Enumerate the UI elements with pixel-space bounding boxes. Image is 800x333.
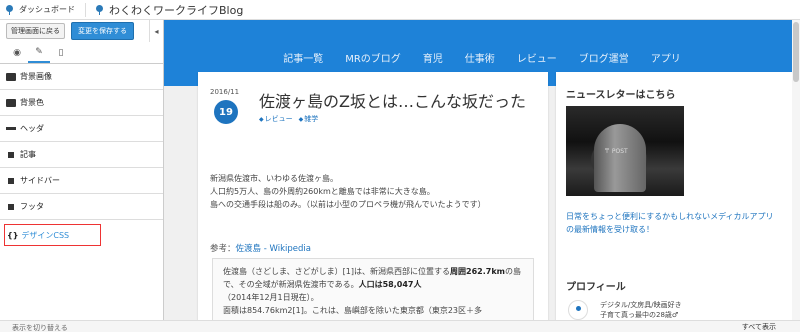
sidebar-tabs: ◉ ✎ ▯ <box>0 42 163 64</box>
sidebar-item-label: 記事 <box>20 150 36 159</box>
article-icon <box>8 151 14 158</box>
site-preview: 記事一覧 MRのブログ 育児 仕事術 レビュー ブログ運営 アプリ 2016/1… <box>164 20 800 320</box>
post-title[interactable]: 佐渡ヶ島のZ坂とは…こんな坂だった <box>259 88 526 112</box>
quote-text: 面積は854.76km2[1]。これは、島嶼部を除いた東京都（東京23区＋多 <box>223 306 483 315</box>
sidebar-item-background-color[interactable]: 背景色 <box>0 90 163 116</box>
wikipedia-link[interactable]: 佐渡島 - Wikipedia <box>236 244 311 254</box>
mobile-icon[interactable]: ▯ <box>50 43 72 63</box>
sidebar-item-footer[interactable]: フッタ <box>0 194 163 220</box>
dashboard-link[interactable]: ダッシュボード <box>0 0 81 20</box>
nav-item[interactable]: レビュー <box>506 50 568 65</box>
post-tags: レビュー 雑学 <box>259 114 319 124</box>
site-title-link[interactable]: わくわくワークライフBlog <box>90 0 249 20</box>
collapse-sidebar-button[interactable]: ◂ <box>149 20 163 42</box>
newsletter-link[interactable]: 日常をちょっと便利にするかもしれないメディカルアプリの最新情報を受け取る！ <box>566 210 776 236</box>
profile-text: デジタル/文房具/映画好き 子育て真っ最中の28歳♂ <box>600 300 682 320</box>
post-day-badge: 19 <box>214 100 238 124</box>
widget-sidebar: ニュースレターはこちら 日常をちょっと便利にするかもしれないメディカルアプリの最… <box>556 72 794 320</box>
nav-item[interactable]: アプリ <box>640 50 692 65</box>
sidebar-item-label: 背景画像 <box>20 72 52 81</box>
show-all-button[interactable]: すべて表示 <box>742 322 776 332</box>
sidebar-item-label: ヘッダ <box>20 124 44 133</box>
sidebar-item-article[interactable]: 記事 <box>0 142 163 168</box>
newsletter-heading: ニュースレターはこちら <box>566 90 676 101</box>
reference-line: 参考：佐渡島 - Wikipedia <box>210 242 311 254</box>
article-card: 2016/11 19 佐渡ヶ島のZ坂とは…こんな坂だった レビュー 雑学 新潟県… <box>198 72 548 320</box>
profile-heading: プロフィール <box>566 282 626 293</box>
preview-scrollbar[interactable] <box>792 20 800 320</box>
bottom-bar: 表示を切り替える すべて表示 <box>0 320 800 332</box>
reference-prefix: 参考： <box>210 244 236 254</box>
global-nav: 記事一覧 MRのブログ 育児 仕事術 レビュー ブログ運営 アプリ <box>164 50 800 65</box>
paint-bucket-icon <box>6 98 16 107</box>
palette-icon[interactable]: ◉ <box>6 43 28 63</box>
sidebar-item-label: デザインCSS <box>21 230 70 240</box>
paragraph: 新潟県佐渡市、いわゆる佐渡ヶ島。 <box>210 174 338 183</box>
quote-bold: 人口は58,047人 <box>358 280 422 289</box>
post-year-month: 2016/11 <box>210 88 240 96</box>
sidebar-item-background-image[interactable]: 背景画像 <box>0 64 163 90</box>
paragraph: 人口約5万人、島の外周約260kmと離島では非常に大きな島。 <box>210 187 435 196</box>
sidebar-layout-icon <box>8 177 14 184</box>
sidebar-item-label: 背景色 <box>20 98 44 107</box>
sidebar-item-header[interactable]: ヘッダ <box>0 116 163 142</box>
profile-line: 子育て真っ最中の28歳♂ <box>600 311 679 319</box>
blockquote: 佐渡島（さどしま、さどがしま）[1]は、新潟県西部に位置する周囲262.7kmの… <box>212 258 534 320</box>
sidebar-header: 管理画面に戻る 変更を保存する ◂ <box>0 20 163 42</box>
tag-link[interactable]: 雑学 <box>299 114 318 124</box>
admin-top-bar: ダッシュボード わくわくワークライフBlog <box>0 0 800 20</box>
save-changes-button[interactable]: 変更を保存する <box>71 22 134 40</box>
nav-item[interactable]: 仕事術 <box>454 50 506 65</box>
location-pin-icon <box>96 5 103 15</box>
sidebar-item-label: フッタ <box>20 202 44 211</box>
site-title: わくわくワークライフBlog <box>109 3 244 17</box>
nav-item[interactable]: 記事一覧 <box>272 50 334 65</box>
sidebar-item-sidebar[interactable]: サイドバー <box>0 168 163 194</box>
postbox-photo[interactable] <box>566 106 684 196</box>
sidebar-item-label: サイドバー <box>20 176 60 185</box>
footer-icon <box>8 203 14 210</box>
quote-text: 佐渡島（さどしま、さどがしま）[1]は、新潟県西部に位置する <box>223 267 451 276</box>
profile-avatar-icon <box>568 300 588 320</box>
tag-link[interactable]: レビュー <box>259 114 293 124</box>
scrollbar-thumb[interactable] <box>793 22 799 82</box>
paragraph: 島への交通手段は船のみ。（以前は小型のプロペラ機が飛んでいたようです） <box>210 200 486 209</box>
back-to-admin-button[interactable]: 管理画面に戻る <box>6 23 65 39</box>
post-body: 新潟県佐渡市、いわゆる佐渡ヶ島。 人口約5万人、島の外周約260kmと離島では非… <box>210 172 540 211</box>
divider <box>85 2 86 17</box>
nav-item[interactable]: MRのブログ <box>334 50 412 65</box>
image-icon <box>6 72 16 81</box>
location-pin-icon <box>6 5 13 15</box>
dashboard-label: ダッシュボード <box>19 5 75 14</box>
header-icon <box>6 127 16 130</box>
quote-bold: 周囲262.7km <box>450 267 505 276</box>
quote-text: （2014年12月1日現在）。 <box>223 293 319 302</box>
code-braces-icon: {} <box>7 230 19 240</box>
customizer-sidebar: 管理画面に戻る 変更を保存する ◂ ◉ ✎ ▯ 背景画像 背景色 ヘッダ 記事 … <box>0 20 164 320</box>
sidebar-item-design-css[interactable]: {} デザインCSS <box>4 224 101 246</box>
wrench-icon[interactable]: ✎ <box>28 43 50 63</box>
nav-item[interactable]: ブログ運営 <box>568 50 640 65</box>
nav-item[interactable]: 育児 <box>412 50 454 65</box>
profile-line: デジタル/文房具/映画好き <box>600 301 682 309</box>
